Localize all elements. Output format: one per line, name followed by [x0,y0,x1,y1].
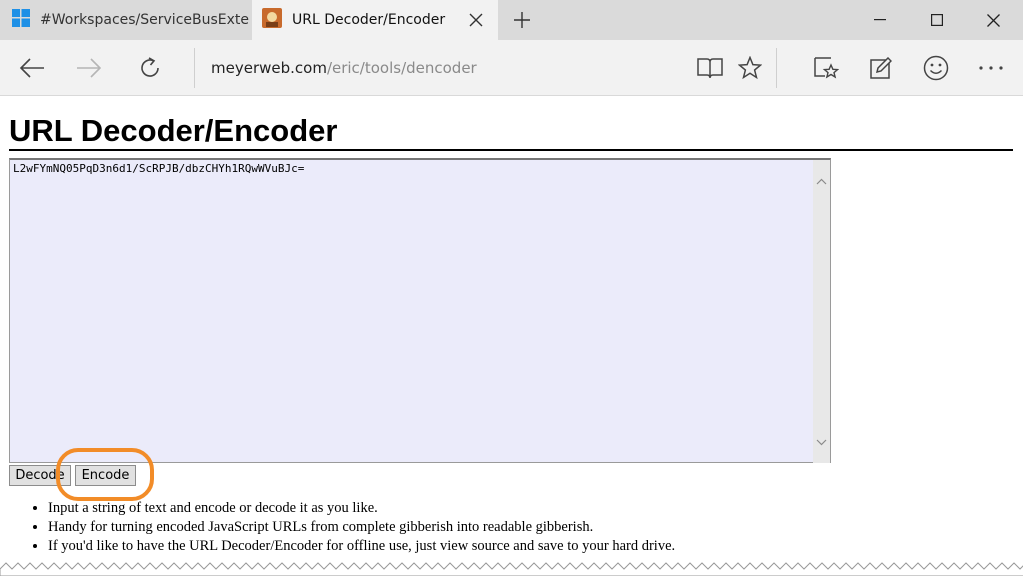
list-item: Handy for turning encoded JavaScript URL… [48,518,675,537]
encode-button[interactable]: Encode [75,465,136,486]
vertical-scrollbar[interactable] [813,160,830,463]
navigation-bar: meyerweb.com/eric/tools/dencoder [0,40,1023,96]
web-note-icon[interactable] [861,48,901,88]
close-tab-icon[interactable] [464,8,488,32]
address-separator [194,48,195,88]
page-title: URL Decoder/Encoder [9,113,1013,151]
scroll-up-icon[interactable] [813,173,830,190]
address-bar[interactable]: meyerweb.com/eric/tools/dencoder [211,40,477,96]
text-area-container: L2wFYmNQ05PqD3n6d1/ScRPJB/dbzCHYh1RQwWVu… [9,158,831,463]
refresh-icon[interactable] [130,48,170,88]
new-tab-icon[interactable] [508,8,536,32]
instructions-list: Input a string of text and encode or dec… [30,499,675,556]
hub-favorites-icon[interactable] [806,48,846,88]
feedback-smiley-icon[interactable] [916,48,956,88]
windows-logo-icon [12,9,30,31]
back-arrow-icon[interactable] [12,48,52,88]
url-host: meyerweb.com [211,59,327,77]
favorite-star-icon[interactable] [730,48,770,88]
more-options-icon[interactable] [971,48,1011,88]
site-favicon-icon [262,8,282,32]
torn-edge [0,562,1023,576]
toolbar-separator [776,48,777,88]
forward-arrow-icon[interactable] [69,48,109,88]
tab-workspaces[interactable]: #Workspaces/ServiceBusExtens [0,0,252,40]
url-text-input[interactable]: L2wFYmNQ05PqD3n6d1/ScRPJB/dbzCHYh1RQwWVu… [10,160,814,463]
scroll-down-icon[interactable] [813,434,830,451]
url-path: /eric/tools/dencoder [326,59,477,77]
tab-label: URL Decoder/Encoder [292,12,446,28]
reading-view-icon[interactable] [690,48,730,88]
tab-url-decoder[interactable]: URL Decoder/Encoder [252,0,498,40]
list-item: If you'd like to have the URL Decoder/En… [48,537,675,556]
tab-strip: #Workspaces/ServiceBusExtens URL Decoder… [0,0,1023,40]
tab-label: #Workspaces/ServiceBusExtens [40,12,250,28]
list-item: Input a string of text and encode or dec… [48,499,675,518]
page-content: URL Decoder/Encoder L2wFYmNQ05PqD3n6d1/S… [0,96,1023,576]
maximize-icon[interactable] [908,0,965,40]
decode-button[interactable]: Decode [9,465,71,486]
close-window-icon[interactable] [965,0,1022,40]
minimize-icon[interactable] [851,0,908,40]
